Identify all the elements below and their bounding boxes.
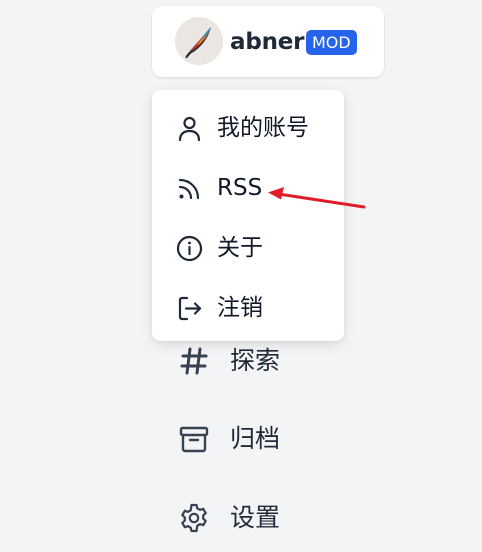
gear-icon [181,503,207,533]
page: abner MOD 探索 归档 设置 我的账号 RSS 关于 注销 [0,0,482,552]
menu-item-logout[interactable]: 注销 [152,283,344,333]
nav-item-label: 归档 [230,424,281,453]
menu-item-rss[interactable]: RSS [152,163,344,213]
menu-item-label: 我的账号 [217,115,309,141]
hash-icon [180,347,208,375]
menu-item-label: 关于 [217,235,263,261]
rss-icon [178,178,200,200]
nav-item-label: 探索 [230,346,281,375]
nav-item-label: 设置 [230,503,281,532]
username: abner [230,29,305,55]
logout-icon [178,296,202,321]
menu-item-label: 注销 [217,295,263,321]
nav-item-explore[interactable]: 探索 [176,339,356,383]
menu-item-label: RSS [217,175,263,201]
menu-item-my-account[interactable]: 我的账号 [152,103,344,153]
role-badge: MOD [306,30,357,55]
avatar[interactable] [175,17,223,65]
info-icon [176,235,203,262]
archive-icon [179,426,209,453]
user-dropdown-menu: 我的账号 RSS 关于 注销 [152,90,344,341]
nav-item-archive[interactable]: 归档 [176,417,356,461]
menu-item-about[interactable]: 关于 [152,223,344,273]
user-icon [178,116,201,142]
user-menu-button[interactable]: abner MOD [152,6,384,77]
nav-item-settings[interactable]: 设置 [176,496,356,540]
